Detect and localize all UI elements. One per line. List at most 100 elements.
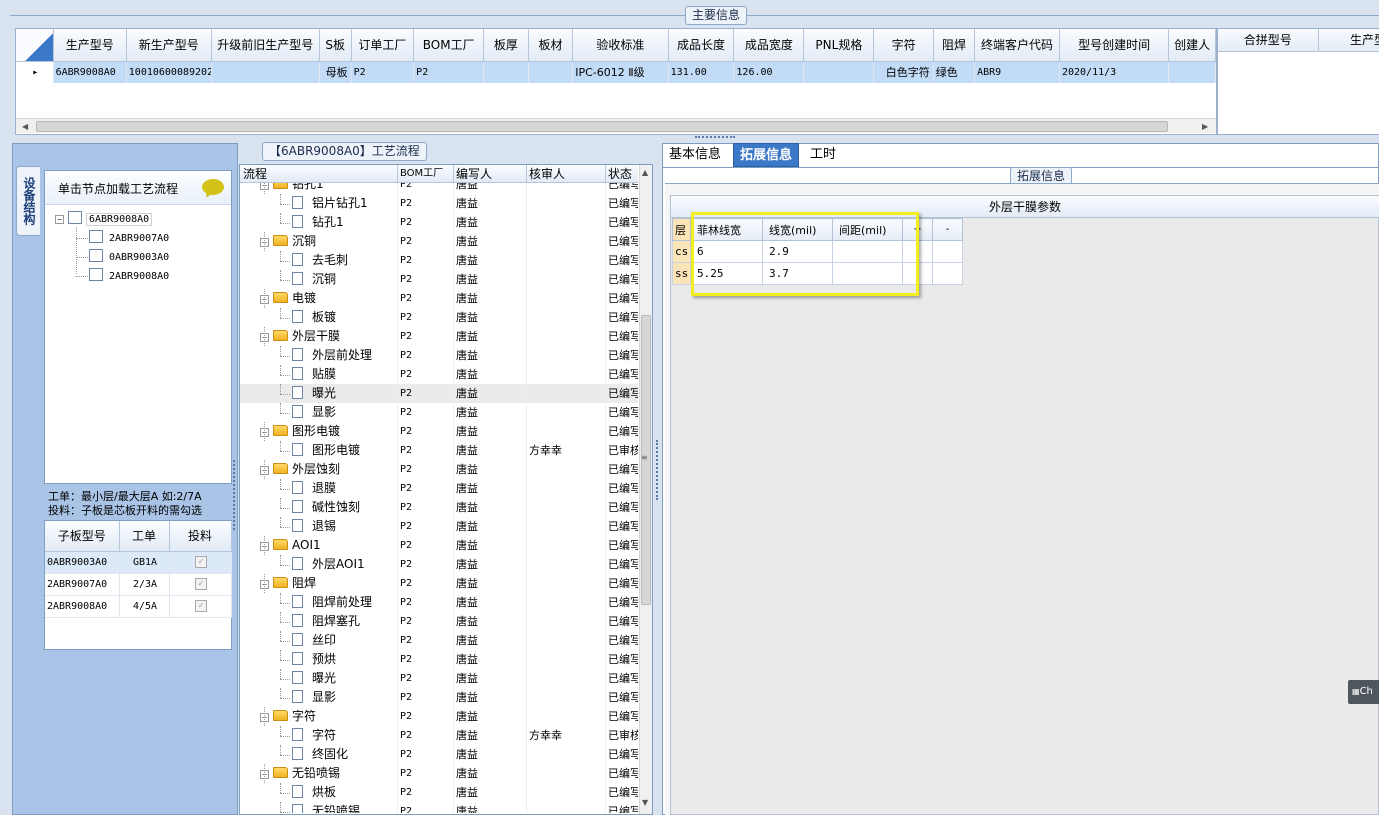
process-group-row[interactable]: − 钻孔1 P2 唐益 已编写 [240, 183, 638, 194]
splitter-handle[interactable] [695, 136, 735, 141]
process-bom-cell[interactable]: P2 [400, 802, 453, 813]
process-bom-cell[interactable]: P2 [400, 384, 453, 403]
process-step-row[interactable]: 字符 P2 唐益 方幸幸 已审核 [240, 726, 638, 745]
process-step-row[interactable]: 预烘 P2 唐益 已编写 [240, 650, 638, 669]
process-bom-cell[interactable]: P2 [400, 498, 453, 517]
sub-feed-cell[interactable]: ✓ [169, 573, 232, 596]
process-bom-cell[interactable]: P2 [400, 783, 453, 802]
process-reviewer-cell[interactable] [529, 232, 605, 251]
sub-col-header[interactable]: 投料 [169, 521, 232, 552]
process-status-cell[interactable]: 已编写 [608, 403, 638, 422]
process-reviewer-cell[interactable] [529, 574, 605, 593]
main-cell[interactable]: 131.00 [668, 61, 735, 83]
process-step-row[interactable]: 钻孔1 P2 唐益 已编写 [240, 213, 638, 232]
process-author-cell[interactable]: 唐益 [456, 802, 526, 813]
process-author-cell[interactable]: 唐益 [456, 441, 526, 460]
process-author-cell[interactable]: 唐益 [456, 308, 526, 327]
tree-child-node[interactable]: 0ABR9003A0 [89, 247, 169, 266]
process-step-row[interactable]: 外层AOI1 P2 唐益 已编写 [240, 555, 638, 574]
sub-model-cell[interactable]: 2ABR9008A0 [45, 595, 120, 618]
process-author-cell[interactable]: 唐益 [456, 517, 526, 536]
process-vscrollbar[interactable]: ▲ ≡ ▼ [639, 165, 652, 814]
process-status-cell[interactable]: 已编写 [608, 688, 638, 707]
process-author-cell[interactable]: 唐益 [456, 707, 526, 726]
process-step-row[interactable]: 显影 P2 唐益 已编写 [240, 403, 638, 422]
process-reviewer-cell[interactable] [529, 403, 605, 422]
sub-feed-cell[interactable]: ✓ [169, 595, 232, 618]
process-bom-cell[interactable]: P2 [400, 574, 453, 593]
process-step-row[interactable]: 铝片钻孔1 P2 唐益 已编写 [240, 194, 638, 213]
main-col-header[interactable]: 字符 [873, 29, 934, 62]
process-reviewer-cell[interactable] [529, 327, 605, 346]
process-status-cell[interactable]: 已编写 [608, 384, 638, 403]
sub-order-cell[interactable]: GB1A [119, 551, 170, 574]
process-author-cell[interactable]: 唐益 [456, 403, 526, 422]
process-bom-cell[interactable]: P2 [400, 479, 453, 498]
sub-table-row[interactable]: 2ABR9007A0 2/3A ✓ [45, 573, 232, 596]
main-col-header[interactable]: 生产型号 [53, 29, 127, 62]
main-cell[interactable]: P2 [351, 61, 415, 83]
main-cell[interactable] [483, 61, 529, 83]
process-reviewer-cell[interactable] [529, 422, 605, 441]
process-author-cell[interactable]: 唐益 [456, 270, 526, 289]
sub-col-header[interactable]: 子板型号 [45, 521, 120, 552]
process-author-cell[interactable]: 唐益 [456, 422, 526, 441]
process-author-cell[interactable]: 唐益 [456, 479, 526, 498]
process-status-cell[interactable]: 已编写 [608, 422, 638, 441]
main-cell[interactable]: ABR9 [974, 61, 1060, 83]
process-author-cell[interactable]: 唐益 [456, 384, 526, 403]
process-author-cell[interactable]: 唐益 [456, 289, 526, 308]
process-step-row[interactable]: 去毛刺 P2 唐益 已编写 [240, 251, 638, 270]
process-bom-cell[interactable]: P2 [400, 194, 453, 213]
process-status-cell[interactable]: 已编写 [608, 612, 638, 631]
process-author-cell[interactable]: 唐益 [456, 650, 526, 669]
main-col-header[interactable]: 成品宽度 [733, 29, 805, 62]
process-author-cell[interactable]: 唐益 [456, 460, 526, 479]
tree-root-node[interactable]: − 6ABR9008A0 [55, 209, 153, 228]
process-bom-cell[interactable]: P2 [400, 441, 453, 460]
main-col-header[interactable]: 终端客户代码 [974, 29, 1060, 62]
process-bom-cell[interactable]: P2 [400, 327, 453, 346]
merge-col-header-2[interactable]: 生产型 [1318, 29, 1379, 52]
tree-child-node[interactable]: 2ABR9007A0 [89, 228, 169, 247]
process-group-row[interactable]: − 沉铜 P2 唐益 已编写 [240, 232, 638, 251]
process-status-cell[interactable]: 已编写 [608, 764, 638, 783]
process-author-cell[interactable]: 唐益 [456, 194, 526, 213]
process-author-cell[interactable]: 唐益 [456, 783, 526, 802]
main-col-header[interactable]: 板材 [528, 29, 574, 62]
process-bom-cell[interactable]: P2 [400, 365, 453, 384]
process-step-row[interactable]: 图形电镀 P2 唐益 方幸幸 已审核 [240, 441, 638, 460]
process-group-row[interactable]: − 字符 P2 唐益 已编写 [240, 707, 638, 726]
main-table-row[interactable]: ▸ 6ABR9008A0 10010600089202 母板 P2 P2 IPC-6012 … [16, 61, 1216, 83]
process-reviewer-cell[interactable] [529, 183, 605, 194]
scroll-right-icon[interactable]: ▶ [1202, 119, 1208, 134]
feed-checkbox[interactable]: ✓ [195, 578, 207, 590]
sub-table-row[interactable]: 0ABR9003A0 GB1A ✓ [45, 551, 232, 574]
process-step-row[interactable]: 终固化 P2 唐益 已编写 [240, 745, 638, 764]
main-col-header[interactable]: PNL规格 [803, 29, 875, 62]
main-cell[interactable]: 10010600089202 [126, 61, 212, 83]
sub-model-cell[interactable]: 0ABR9003A0 [45, 551, 120, 574]
process-step-row[interactable]: 显影 P2 唐益 已编写 [240, 688, 638, 707]
process-step-row[interactable]: 阻焊前处理 P2 唐益 已编写 [240, 593, 638, 612]
scroll-up-icon[interactable]: ▲ [642, 165, 648, 180]
process-author-cell[interactable]: 唐益 [456, 327, 526, 346]
process-step-row[interactable]: 阻焊塞孔 P2 唐益 已编写 [240, 612, 638, 631]
main-cell[interactable]: P2 [413, 61, 485, 83]
process-author-cell[interactable]: 唐益 [456, 688, 526, 707]
process-bom-cell[interactable]: P2 [400, 536, 453, 555]
process-status-cell[interactable]: 已编写 [608, 745, 638, 764]
process-status-cell[interactable]: 已编写 [608, 517, 638, 536]
process-reviewer-cell[interactable] [529, 783, 605, 802]
sub-model-cell[interactable]: 2ABR9007A0 [45, 573, 120, 596]
process-col-header[interactable]: 核审人 [529, 165, 605, 183]
process-author-cell[interactable]: 唐益 [456, 593, 526, 612]
process-status-cell[interactable]: 已编写 [608, 479, 638, 498]
process-group-row[interactable]: − 图形电镀 P2 唐益 已编写 [240, 422, 638, 441]
process-bom-cell[interactable]: P2 [400, 555, 453, 574]
process-bom-cell[interactable]: P2 [400, 707, 453, 726]
process-status-cell[interactable]: 已编写 [608, 232, 638, 251]
process-author-cell[interactable]: 唐益 [456, 251, 526, 270]
ext-layer-cell[interactable]: cs [672, 240, 691, 263]
process-status-cell[interactable]: 已编写 [608, 631, 638, 650]
